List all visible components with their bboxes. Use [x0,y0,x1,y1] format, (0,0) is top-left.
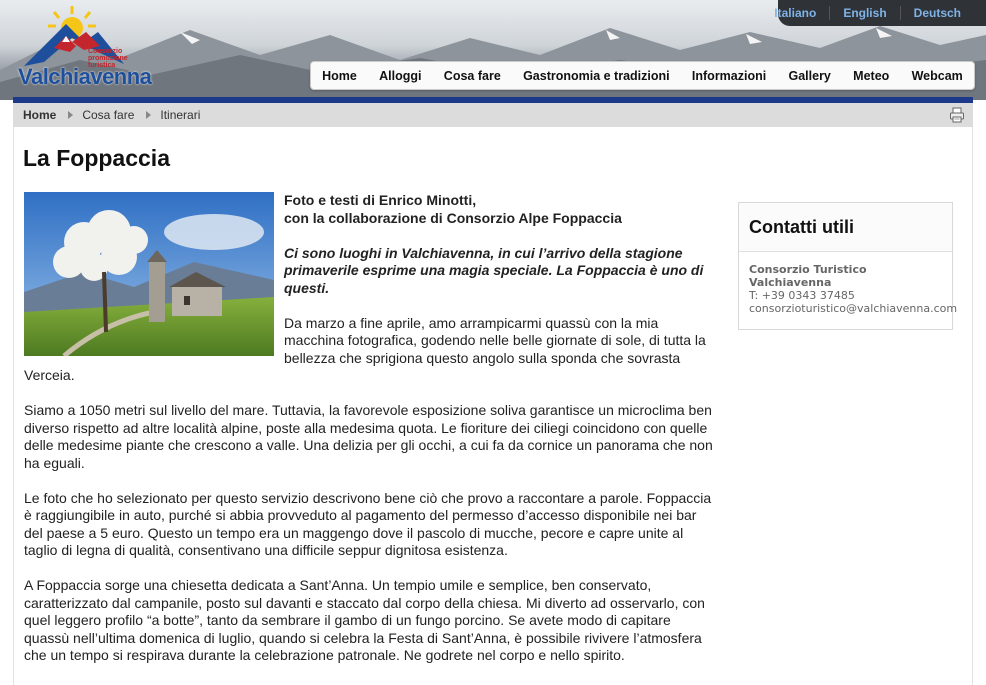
contacts-org-line1: Consorzio Turistico [749,263,867,276]
main-navigation: Home Alloggi Cosa fare Gastronomia e tra… [310,61,975,90]
nav-meteo[interactable]: Meteo [853,69,889,83]
logo-brand: Valchiavenna [18,64,152,89]
contacts-org-line2: Valchiavenna [749,276,832,289]
article-paragraph: Le foto che ho selezionato per questo se… [24,489,712,559]
nav-gastronomia[interactable]: Gastronomia e tradizioni [523,69,670,83]
article-paragraph: A Foppaccia sorge una chiesetta dedicata… [24,577,705,663]
article-credit-line1: Foto e testi di Enrico Minotti, [284,192,477,208]
language-switcher: Italiano English Deutsch [774,0,986,26]
site-logo[interactable]: Consorzio promozione turistica Valchiave… [14,2,152,94]
contacts-title: Contatti utili [739,203,952,252]
breadcrumb-arrow-icon [68,111,74,119]
contacts-box: Contatti utili Consorzio Turistico Valch… [738,202,957,330]
breadcrumb-arrow-icon [146,111,152,119]
nav-gallery[interactable]: Gallery [789,69,831,83]
contacts-phone[interactable]: T: +39 0343 37485 [749,289,942,302]
article-body: Foto e testi di Enrico Minotti, con la c… [24,192,714,682]
article-credit-line2: con la collaborazione di Consorzio Alpe … [284,209,622,226]
lang-italiano[interactable]: Italiano [761,6,829,20]
nav-cosa-fare[interactable]: Cosa fare [444,69,501,83]
breadcrumb-home[interactable]: Home [23,108,56,122]
foppaccia-photo[interactable] [24,192,274,356]
nav-alloggi[interactable]: Alloggi [379,69,421,83]
contacts-email[interactable]: consorzioturistico@valchiavenna.com [749,302,957,315]
breadcrumb-itinerari[interactable]: Itinerari [160,108,200,122]
nav-webcam[interactable]: Webcam [912,69,963,83]
breadcrumb: Home Cosa fare Itinerari [13,103,973,127]
article-paragraph: Siamo a 1050 metri sul livello del mare.… [24,402,713,471]
breadcrumb-cosa-fare[interactable]: Cosa fare [82,108,134,122]
nav-home[interactable]: Home [322,69,357,83]
page-title: La Foppaccia [23,145,170,171]
print-icon[interactable] [949,107,965,123]
nav-informazioni[interactable]: Informazioni [692,69,766,83]
lang-deutsch[interactable]: Deutsch [899,6,974,20]
lang-english[interactable]: English [829,6,899,20]
